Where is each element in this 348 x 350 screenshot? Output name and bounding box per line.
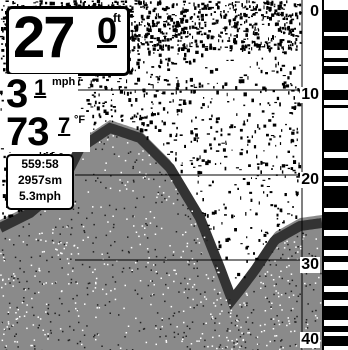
flasher-segment <box>322 130 348 152</box>
depth-readout: 27 0 ft <box>6 5 130 76</box>
depth-value: 27 <box>13 5 75 70</box>
flasher-segment <box>322 326 348 332</box>
depth-scale-label-10: 10 <box>300 86 320 103</box>
depth-scale-label-30: 30 <box>300 256 320 273</box>
depth-scale-label-20: 20 <box>300 171 320 188</box>
trip-distance: 2957sm <box>17 173 63 187</box>
flasher-segment <box>322 292 348 300</box>
flasher-segment <box>322 236 348 250</box>
temperature-value: 73 <box>6 110 49 154</box>
trip-info-box: 559:58 2957sm 5.3mph <box>6 154 74 210</box>
flasher-segment <box>322 186 348 208</box>
flasher-segment <box>322 336 348 346</box>
flasher-segment <box>322 256 348 262</box>
sonar-screen: 0 10 20 30 40 27 0 ft 3 1 mph 73 7 °F 55… <box>0 0 348 350</box>
depth-scale: 0 10 20 30 40 <box>300 0 322 350</box>
depth-scale-label-40: 40 <box>300 331 320 348</box>
flasher-segment <box>322 90 348 100</box>
speed-readout: 3 1 mph <box>4 72 78 116</box>
temperature-unit: °F <box>74 114 86 126</box>
water-temperature-readout: 73 7 °F <box>4 110 90 154</box>
flasher-segment <box>322 212 348 230</box>
flasher-segment <box>322 270 348 286</box>
temperature-decimal: 7 <box>58 113 71 138</box>
flasher-segment <box>322 158 348 170</box>
flasher-segment <box>322 176 348 182</box>
depth-unit: ft <box>113 11 121 25</box>
speed-unit: mph <box>52 76 76 88</box>
flasher-segment <box>322 10 348 32</box>
flasher-segment <box>322 36 348 50</box>
speed-decimal: 1 <box>34 75 47 100</box>
flasher-segment <box>322 66 348 74</box>
average-speed: 5.3mph <box>18 189 61 203</box>
flasher-segment <box>322 58 348 62</box>
depth-scale-label-0: 0 <box>309 3 320 20</box>
flasher-segment <box>322 306 348 320</box>
flasher-segment <box>322 105 348 108</box>
flasher-bar <box>322 0 348 350</box>
trip-timer: 559:58 <box>21 157 59 171</box>
